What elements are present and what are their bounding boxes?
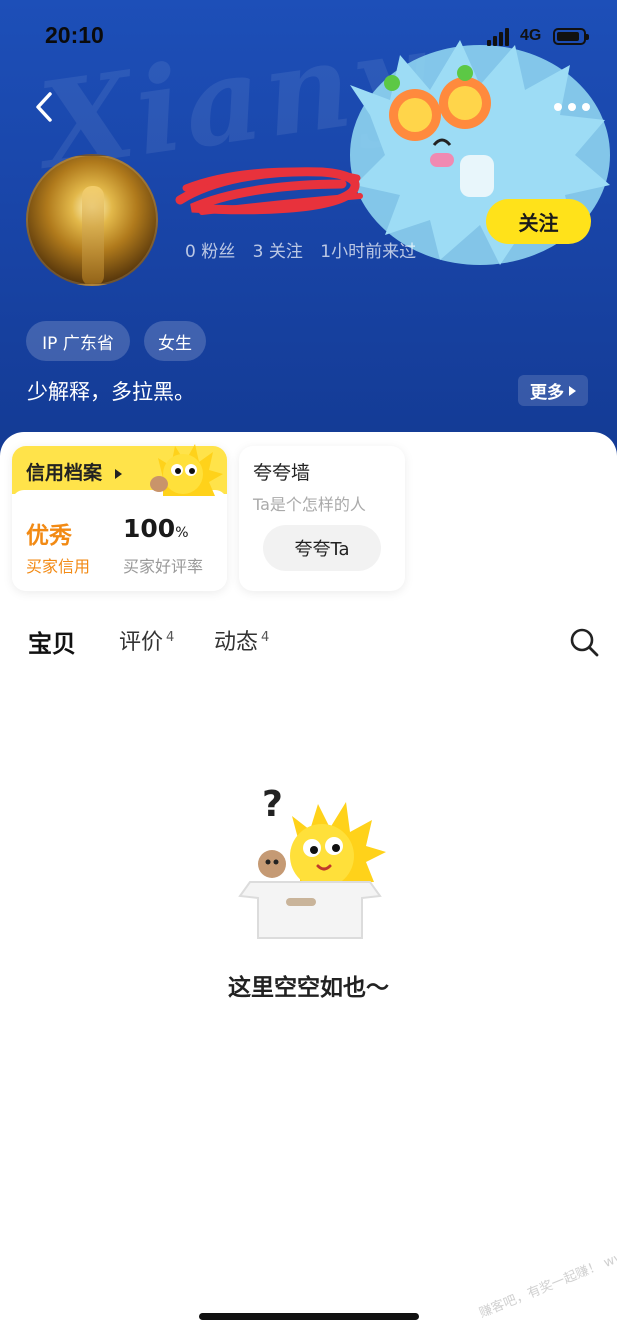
praise-button[interactable]: 夸夸Ta	[263, 525, 381, 571]
battery-icon	[553, 28, 589, 45]
signal-strength-icon	[487, 28, 511, 46]
credit-level-label: 买家信用	[26, 557, 91, 576]
follow-button[interactable]: 关注	[486, 199, 591, 244]
svg-text:?: ?	[262, 786, 283, 825]
empty-state-illustration: ?	[238, 786, 386, 939]
profile-tabs: 宝贝 评价 4 动态 4	[0, 620, 617, 670]
home-indicator[interactable]	[199, 1313, 419, 1320]
status-time: 20:10	[45, 22, 104, 48]
username-redacted	[175, 167, 363, 215]
ip-location-tag: IP 广东省	[26, 321, 130, 361]
credit-card-body: 优秀 买家信用 100% 买家好评率	[12, 490, 227, 591]
caret-right-icon	[569, 385, 576, 396]
search-icon	[570, 628, 599, 657]
chevron-left-icon	[36, 92, 52, 122]
more-options-button[interactable]	[548, 92, 596, 122]
tab-reviews[interactable]: 评价 4	[119, 624, 174, 656]
credit-level: 优秀	[26, 523, 72, 549]
caret-right-icon	[114, 468, 122, 479]
following-count[interactable]: 3 关注	[253, 242, 303, 262]
positive-rate: 100%	[123, 514, 189, 543]
tab-dynamics-count: 4	[261, 629, 270, 645]
praise-wall-subtitle: Ta是个怎样的人	[253, 495, 366, 514]
tab-items-label: 宝贝	[28, 630, 76, 658]
credit-card-title: 信用档案	[26, 462, 103, 484]
last-seen: 1小时前来过	[320, 242, 417, 262]
status-bar: 20:10 4G	[0, 0, 617, 74]
tab-dynamics[interactable]: 动态 4	[214, 624, 269, 656]
fans-count[interactable]: 0 粉丝	[185, 242, 235, 262]
tab-items[interactable]: 宝贝	[26, 624, 78, 659]
praise-wall-card: 夸夸墙 Ta是个怎样的人 夸夸Ta	[239, 446, 405, 591]
bio-more-label: 更多	[530, 383, 564, 403]
positive-rate-unit: %	[175, 525, 189, 541]
positive-rate-label: 买家好评率	[123, 557, 204, 576]
tab-reviews-count: 4	[166, 629, 175, 645]
positive-rate-value: 100	[123, 514, 176, 543]
credit-card-title-row: 信用档案	[26, 458, 122, 485]
profile-stats: 0 粉丝 3 关注 1小时前来过	[185, 237, 428, 262]
praise-wall-title: 夸夸墙	[253, 462, 311, 484]
tab-reviews-label: 评价	[119, 630, 164, 655]
bio-more-button[interactable]: 更多	[518, 375, 588, 406]
empty-state-text: 这里空空如也～	[228, 975, 389, 1001]
gender-tag: 女生	[144, 321, 206, 361]
avatar[interactable]	[26, 154, 158, 286]
back-button[interactable]	[28, 88, 64, 126]
network-type: 4G	[520, 27, 542, 44]
tab-dynamics-label: 动态	[214, 630, 259, 655]
credit-mascot-illustration	[150, 444, 223, 496]
profile-bio: 少解释，多拉黑。	[27, 380, 195, 404]
profile-header: Xiany 20:10 4G 关注 0 粉丝 3 关注 1小时前来过 IP 广东…	[0, 0, 617, 470]
search-button[interactable]	[568, 626, 600, 658]
